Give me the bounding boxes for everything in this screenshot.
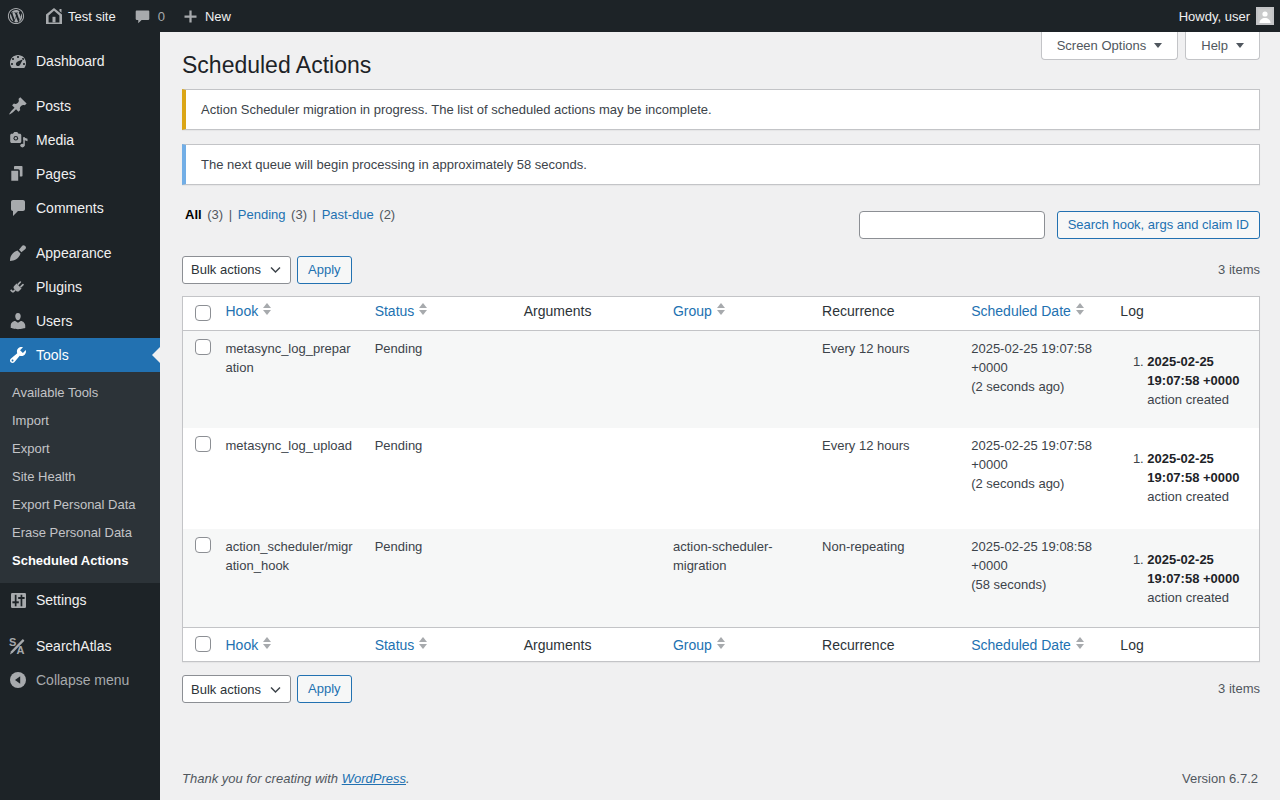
svg-text:S: S: [9, 636, 16, 648]
